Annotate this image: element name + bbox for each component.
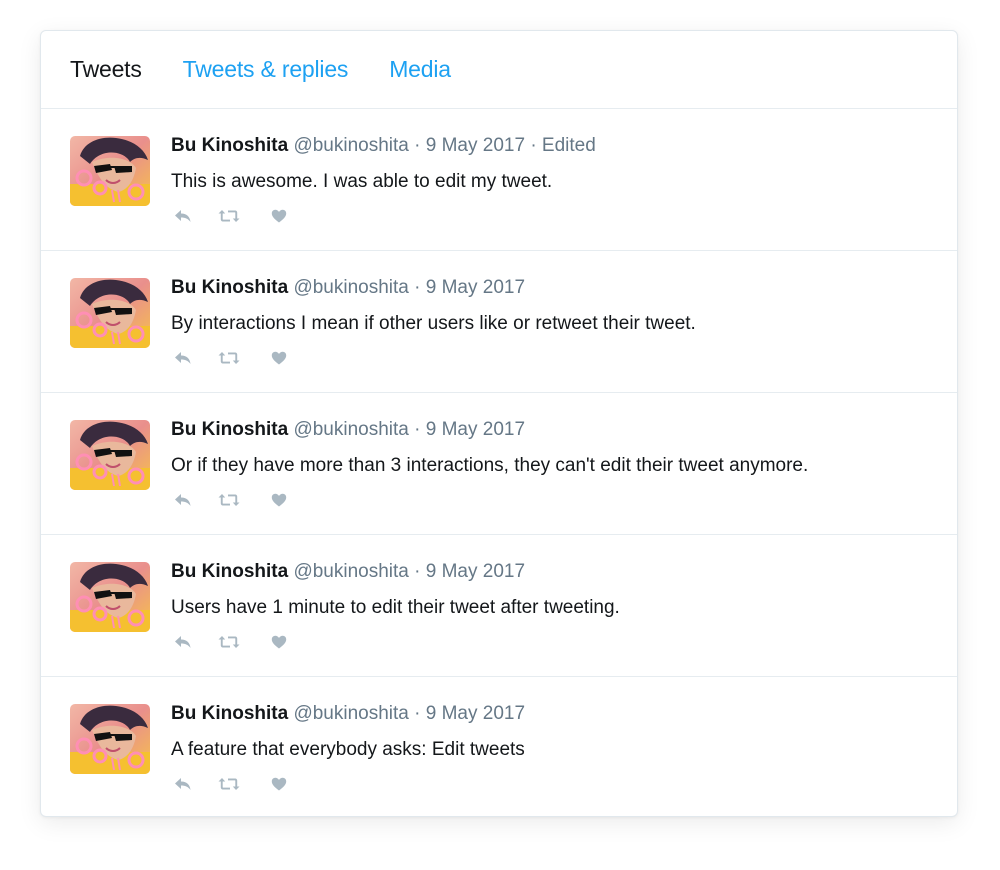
tweet-text: This is awesome. I was able to edit my t… <box>171 171 553 192</box>
like-icon[interactable] <box>267 633 291 651</box>
tweet-header: Bu Kinoshita @bukinoshita · 9 May 2017 <box>171 561 525 583</box>
tweet-header: Bu Kinoshita @bukinoshita · 9 May 2017 ·… <box>171 135 596 157</box>
like-icon[interactable] <box>267 207 291 225</box>
tweet-text: Or if they have more than 3 interactions… <box>171 455 809 476</box>
reply-icon[interactable] <box>171 633 195 651</box>
tweet-actions <box>171 491 291 509</box>
tweet[interactable]: Bu Kinoshita @bukinoshita · 9 May 2017 B… <box>41 251 957 393</box>
tweet[interactable]: Bu Kinoshita @bukinoshita · 9 May 2017 ·… <box>41 109 957 251</box>
tweet-meta: @bukinoshita · 9 May 2017 <box>293 703 526 724</box>
timeline-tabs: Tweets Tweets & replies Media <box>41 31 957 109</box>
author-name[interactable]: Bu Kinoshita <box>171 277 288 298</box>
avatar[interactable] <box>70 278 150 348</box>
tweet[interactable]: Bu Kinoshita @bukinoshita · 9 May 2017 U… <box>41 535 957 677</box>
tweet-text: A feature that everybody asks: Edit twee… <box>171 739 525 760</box>
tweet-text: Users have 1 minute to edit their tweet … <box>171 597 620 618</box>
author-name[interactable]: Bu Kinoshita <box>171 419 288 440</box>
reply-icon[interactable] <box>171 349 195 367</box>
tweet-actions <box>171 207 291 225</box>
retweet-icon[interactable] <box>217 775 241 793</box>
tweet-meta: @bukinoshita · 9 May 2017 · Edited <box>293 135 596 156</box>
tweet[interactable]: Bu Kinoshita @bukinoshita · 9 May 2017 A… <box>41 677 957 816</box>
retweet-icon[interactable] <box>217 633 241 651</box>
like-icon[interactable] <box>267 775 291 793</box>
like-icon[interactable] <box>267 491 291 509</box>
reply-icon[interactable] <box>171 207 195 225</box>
author-name[interactable]: Bu Kinoshita <box>171 561 288 582</box>
author-name[interactable]: Bu Kinoshita <box>171 703 288 724</box>
tab-tweets[interactable]: Tweets <box>70 56 142 83</box>
tweet-actions <box>171 349 291 367</box>
tab-tweets-and-replies[interactable]: Tweets & replies <box>183 56 349 83</box>
tweet-actions <box>171 775 291 793</box>
tweet[interactable]: Bu Kinoshita @bukinoshita · 9 May 2017 O… <box>41 393 957 535</box>
retweet-icon[interactable] <box>217 207 241 225</box>
retweet-icon[interactable] <box>217 349 241 367</box>
tweet-text: By interactions I mean if other users li… <box>171 313 696 334</box>
tweet-meta: @bukinoshita · 9 May 2017 <box>293 561 526 582</box>
avatar[interactable] <box>70 562 150 632</box>
profile-timeline-card: Tweets Tweets & replies Media Bu Kinoshi… <box>40 30 958 817</box>
tab-media[interactable]: Media <box>389 56 451 83</box>
tweet-actions <box>171 633 291 651</box>
avatar[interactable] <box>70 136 150 206</box>
tweet-header: Bu Kinoshita @bukinoshita · 9 May 2017 <box>171 703 525 725</box>
tweet-header: Bu Kinoshita @bukinoshita · 9 May 2017 <box>171 419 525 441</box>
reply-icon[interactable] <box>171 775 195 793</box>
tweet-meta: @bukinoshita · 9 May 2017 <box>293 419 526 440</box>
author-name[interactable]: Bu Kinoshita <box>171 135 288 156</box>
tweet-header: Bu Kinoshita @bukinoshita · 9 May 2017 <box>171 277 525 299</box>
reply-icon[interactable] <box>171 491 195 509</box>
tweet-meta: @bukinoshita · 9 May 2017 <box>293 277 526 298</box>
avatar[interactable] <box>70 420 150 490</box>
like-icon[interactable] <box>267 349 291 367</box>
retweet-icon[interactable] <box>217 491 241 509</box>
avatar[interactable] <box>70 704 150 774</box>
